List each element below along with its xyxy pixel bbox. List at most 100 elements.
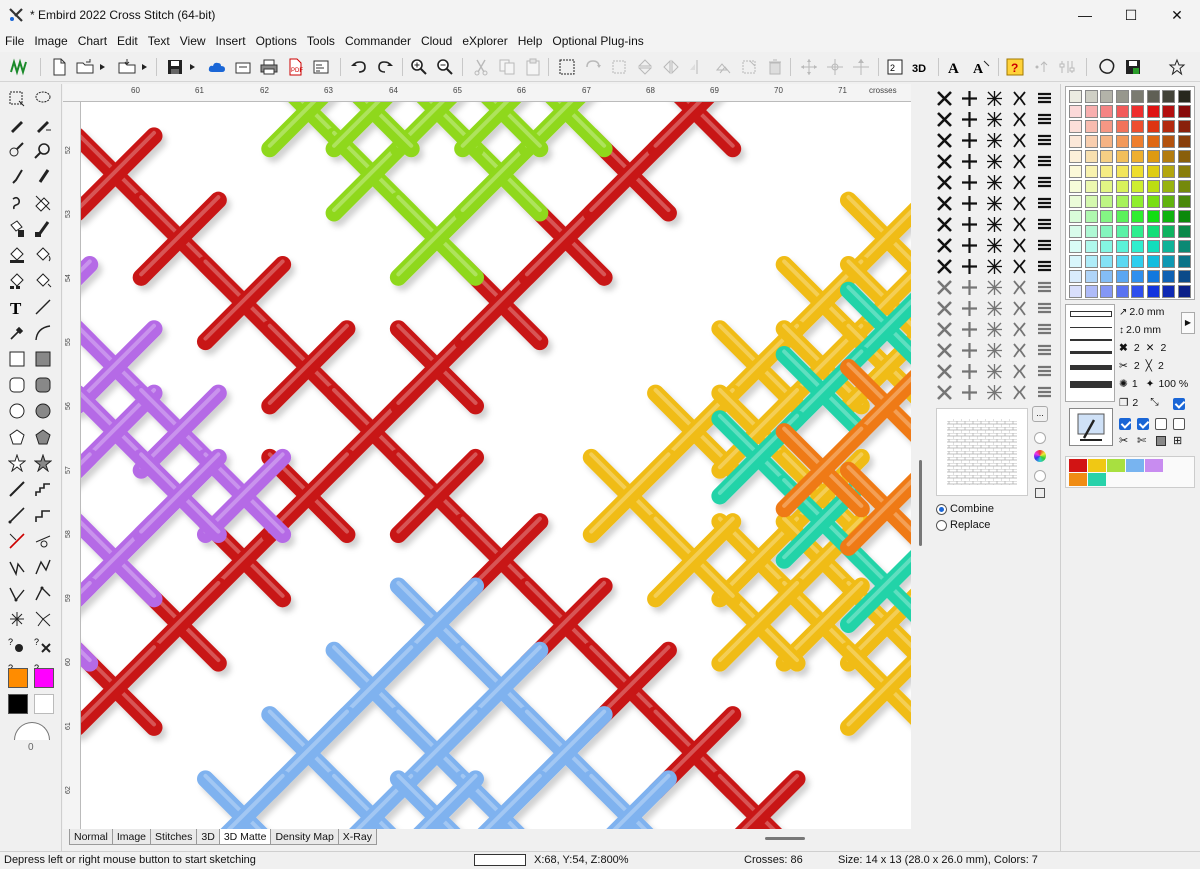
upright-cross-icon[interactable] (959, 151, 979, 171)
menu-chart[interactable]: Chart (73, 34, 112, 48)
curve-icon[interactable] (32, 322, 54, 344)
palette-swatch[interactable] (1115, 225, 1129, 238)
palette-swatch[interactable] (1131, 90, 1144, 103)
palette-swatch[interactable] (1084, 225, 1098, 238)
bucket-alt-icon[interactable] (32, 244, 54, 266)
foreground-color-secondary[interactable] (34, 668, 54, 688)
palette-swatch[interactable] (1084, 90, 1098, 103)
palette-swatch[interactable] (1146, 195, 1160, 208)
palette-swatch[interactable] (1084, 210, 1098, 223)
palette-swatch[interactable] (1177, 105, 1191, 118)
cut-pattern-icon[interactable]: ✄ (1137, 434, 1146, 447)
double-cross-icon[interactable] (984, 340, 1004, 360)
palette-swatch[interactable] (1069, 240, 1082, 253)
palette-swatch[interactable] (1100, 150, 1113, 163)
bars-icon[interactable] (1034, 193, 1054, 213)
smyrna-icon[interactable] (1009, 319, 1029, 339)
full-cross-icon[interactable] (934, 193, 954, 213)
palette-swatch[interactable] (1131, 165, 1144, 178)
open-folder-icon[interactable] (74, 56, 96, 78)
palette-swatch[interactable] (1131, 105, 1144, 118)
double-cross-icon[interactable] (984, 88, 1004, 108)
grid-layout-icon[interactable]: ⊞ (1173, 434, 1182, 447)
palette-swatch[interactable] (1069, 270, 1082, 283)
palette-swatch[interactable] (1177, 210, 1191, 223)
full-cross-icon[interactable] (934, 319, 954, 339)
filled-star-icon[interactable] (32, 452, 54, 474)
palette-swatch[interactable] (1162, 135, 1175, 148)
cross-line-icon[interactable] (6, 530, 28, 552)
export-icon[interactable] (232, 56, 254, 78)
panel-arrow-button[interactable]: ▶ (1181, 312, 1195, 334)
bucket-icon[interactable] (6, 244, 28, 266)
replace-radio[interactable]: Replace (936, 519, 990, 531)
wizard-icon[interactable] (8, 56, 30, 78)
palette-swatch[interactable] (1177, 180, 1191, 193)
brush-icon[interactable] (6, 166, 28, 188)
save-icon[interactable] (164, 56, 186, 78)
palette-swatch[interactable] (1146, 240, 1160, 253)
palette-swatch[interactable] (1162, 270, 1175, 283)
stitch-tool-preview[interactable] (1069, 408, 1113, 446)
palette-swatch[interactable] (1100, 255, 1113, 268)
smyrna-icon[interactable] (1009, 88, 1029, 108)
backstitch-icon[interactable] (6, 504, 28, 526)
menu-view[interactable]: View (175, 34, 211, 48)
bars-icon[interactable] (1034, 151, 1054, 171)
full-cross-icon[interactable] (934, 172, 954, 192)
palette-swatch[interactable] (1084, 180, 1098, 193)
upright-cross-icon[interactable] (959, 130, 979, 150)
palette-swatch[interactable] (1131, 285, 1144, 298)
menu-optional-plugins[interactable]: Optional Plug-ins (547, 34, 648, 48)
background-color-secondary[interactable] (34, 694, 54, 714)
smyrna-icon[interactable] (1009, 298, 1029, 318)
double-cross-icon[interactable] (984, 130, 1004, 150)
palette-swatch[interactable] (1162, 165, 1175, 178)
palette-swatch[interactable] (1069, 165, 1082, 178)
help-icon[interactable]: ? (1004, 56, 1026, 78)
pencil-icon[interactable] (6, 114, 28, 136)
palette-swatch[interactable] (1069, 105, 1082, 118)
upright-cross-icon[interactable] (959, 109, 979, 129)
palette-swatch[interactable] (1162, 225, 1175, 238)
recent-color-swatch[interactable] (1088, 473, 1106, 486)
palette-swatch[interactable] (1100, 120, 1113, 133)
palette-swatch[interactable] (1146, 105, 1160, 118)
double-cross-icon[interactable] (984, 151, 1004, 171)
knot-row[interactable]: ✺ 1 ✦ 100 % (1119, 378, 1188, 390)
palette-swatch[interactable] (1162, 180, 1175, 193)
bars-icon[interactable] (1034, 130, 1054, 150)
vertical-scroll-thumb[interactable] (919, 460, 922, 546)
palette-swatch[interactable] (1115, 195, 1129, 208)
smyrna-icon[interactable] (1009, 214, 1029, 234)
recent-color-swatch[interactable] (1069, 459, 1087, 472)
palette-swatch[interactable] (1100, 225, 1113, 238)
tab-stitches[interactable]: Stitches (150, 829, 198, 845)
double-cross-icon[interactable] (984, 235, 1004, 255)
palette-swatch[interactable] (1177, 255, 1191, 268)
palette-swatch[interactable] (1115, 135, 1129, 148)
palette-swatch[interactable] (1177, 285, 1191, 298)
bars-icon[interactable] (1034, 298, 1054, 318)
lasso-icon[interactable] (32, 88, 54, 110)
bars-icon[interactable] (1034, 172, 1054, 192)
palette-swatch[interactable] (1177, 135, 1191, 148)
palette-swatch[interactable] (1162, 90, 1175, 103)
backstitch-line-icon[interactable] (6, 478, 28, 500)
smyrna-icon[interactable] (1009, 193, 1029, 213)
palette-swatch[interactable] (1146, 135, 1160, 148)
palette-swatch[interactable] (1084, 150, 1098, 163)
polygon-icon[interactable] (6, 426, 28, 448)
smyrna-icon[interactable] (1009, 151, 1029, 171)
recent-color-swatch[interactable] (1145, 459, 1163, 472)
undo-icon[interactable] (348, 56, 370, 78)
palette-swatch[interactable] (1177, 270, 1191, 283)
height-mm-row[interactable]: ↕ 2.0 mm (1119, 324, 1161, 336)
palette-swatch[interactable] (1177, 195, 1191, 208)
palette-swatch[interactable] (1177, 165, 1191, 178)
magnify-icon[interactable] (32, 140, 54, 162)
full-cross-icon[interactable] (934, 235, 954, 255)
palette-swatch[interactable] (1069, 225, 1082, 238)
bars-icon[interactable] (1034, 256, 1054, 276)
bars-icon[interactable] (1034, 361, 1054, 381)
